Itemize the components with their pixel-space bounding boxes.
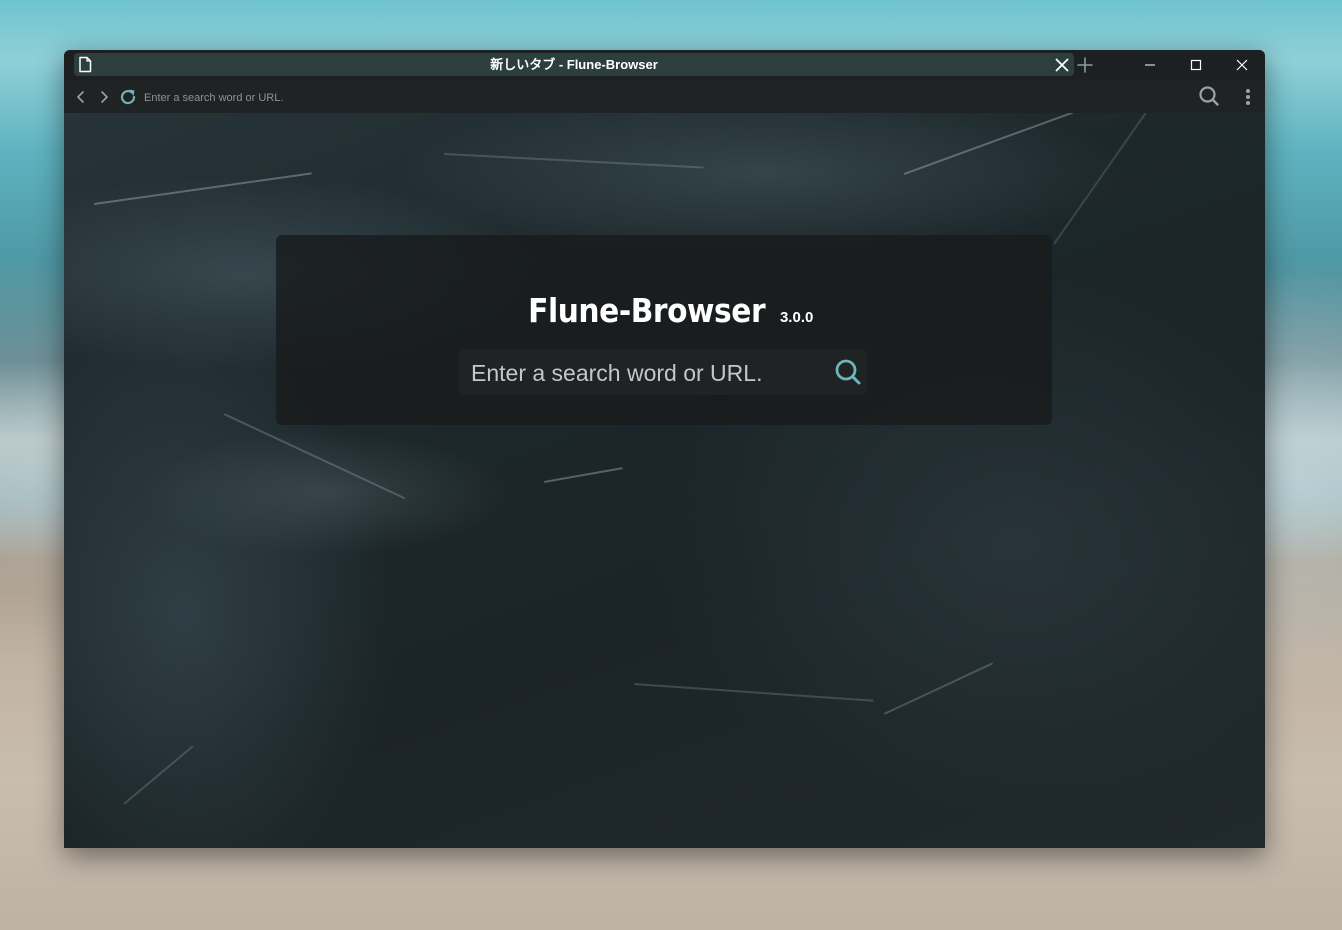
title-bar: 新しいタブ - Flune-Browser [64, 50, 1265, 80]
tab-title: 新しいタブ - Flune-Browser [490, 57, 658, 72]
maximize-button[interactable] [1173, 50, 1219, 80]
search-icon [1199, 86, 1219, 106]
new-tab-page: Flune-Browser 3.0.0 [64, 113, 1265, 848]
start-panel: Flune-Browser 3.0.0 [276, 235, 1052, 425]
brand-heading: Flune-Browser 3.0.0 [276, 291, 1052, 330]
search-box [459, 349, 867, 395]
reload-button[interactable] [117, 86, 139, 108]
background-image [64, 113, 1265, 848]
close-icon [1236, 59, 1248, 71]
minimize-icon [1145, 64, 1155, 66]
maximize-icon [1190, 59, 1202, 71]
brand-name: Flune-Browser [527, 291, 765, 330]
chevron-left-icon [77, 91, 84, 103]
document-icon [79, 56, 92, 73]
reload-icon [120, 89, 136, 105]
search-button[interactable] [1197, 84, 1221, 108]
active-tab[interactable]: 新しいタブ - Flune-Browser [74, 53, 1074, 76]
new-tab-plus-icon[interactable] [1076, 56, 1094, 74]
kebab-menu-icon [1246, 89, 1250, 105]
browser-window: 新しいタブ - Flune-Browser Enter a search wor… [64, 50, 1265, 848]
forward-button[interactable] [93, 86, 115, 108]
tab-close-icon[interactable] [1054, 57, 1070, 73]
search-icon[interactable] [833, 357, 863, 387]
minimize-button[interactable] [1127, 50, 1173, 80]
address-bar[interactable] [142, 86, 1186, 110]
version-label: 3.0.0 [779, 309, 814, 326]
close-window-button[interactable] [1219, 50, 1265, 80]
search-input[interactable] [469, 353, 813, 393]
back-button[interactable] [70, 86, 92, 108]
chevron-right-icon [101, 91, 108, 103]
menu-button[interactable] [1237, 86, 1259, 108]
navigation-toolbar [64, 80, 1265, 113]
